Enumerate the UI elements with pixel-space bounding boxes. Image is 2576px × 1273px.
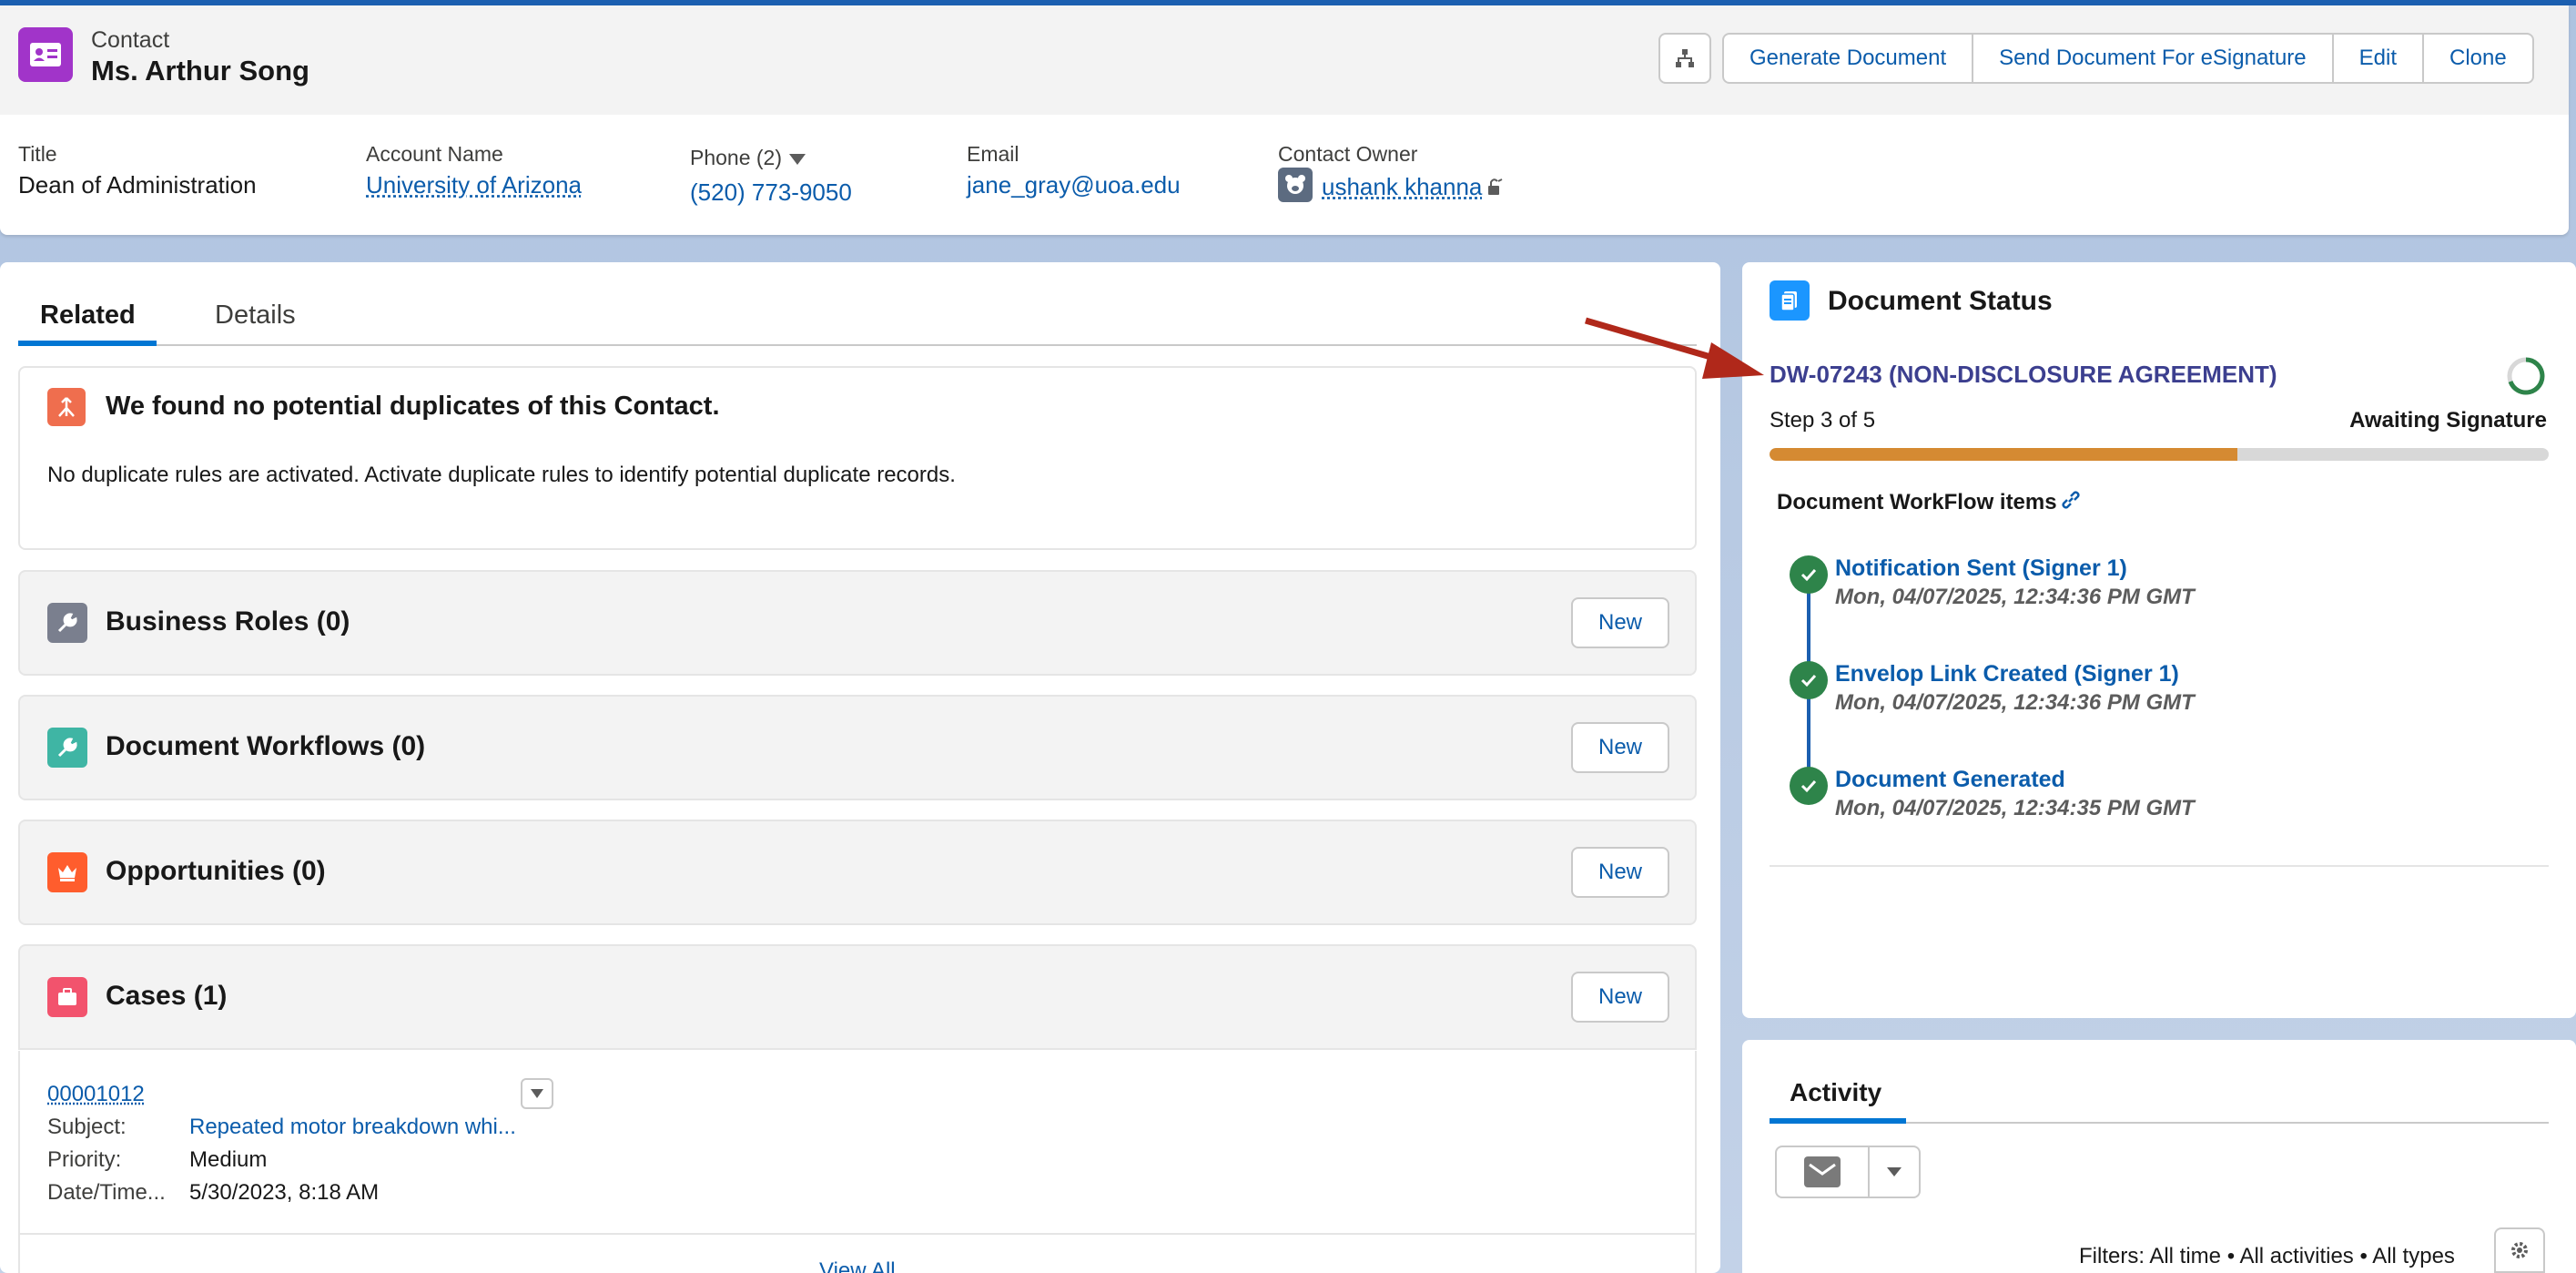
email-label: Email xyxy=(967,142,1019,166)
business-roles-new-button[interactable]: New xyxy=(1571,597,1669,648)
cases-new-button[interactable]: New xyxy=(1571,972,1669,1023)
phone-label: Phone (2) xyxy=(690,146,783,169)
briefcase-icon xyxy=(47,977,87,1017)
document-workflows-title[interactable]: Document Workflows (0) xyxy=(106,731,425,762)
opportunities-title[interactable]: Opportunities (0) xyxy=(106,856,326,887)
case-number-link[interactable]: 00001012 xyxy=(47,1082,145,1107)
progress-bar xyxy=(1770,448,2549,461)
workflow-item-title[interactable]: Notification Sent (Signer 1) xyxy=(1835,555,2127,582)
workflow-item-title[interactable]: Envelop Link Created (Signer 1) xyxy=(1835,661,2179,687)
record-type-label: Contact xyxy=(91,27,170,53)
tab-active-indicator xyxy=(18,341,157,346)
business-roles-title[interactable]: Business Roles (0) xyxy=(106,606,350,637)
email-link[interactable]: jane_gray@uoa.edu xyxy=(967,171,1181,199)
document-workflows-new-button[interactable]: New xyxy=(1571,722,1669,773)
workflow-item-date: Mon, 04/07/2025, 12:34:36 PM GMT xyxy=(1835,690,2195,715)
clone-button[interactable]: Clone xyxy=(2424,35,2532,82)
refresh-spinner-icon[interactable] xyxy=(2505,355,2547,397)
crown-icon xyxy=(47,852,87,892)
email-dropdown-button[interactable] xyxy=(1868,1146,1921,1198)
generate-document-button[interactable]: Generate Document xyxy=(1724,35,1974,82)
opportunities-new-button[interactable]: New xyxy=(1571,847,1669,898)
record-name: Ms. Arthur Song xyxy=(91,55,309,87)
owner-label: Contact Owner xyxy=(1278,142,1418,166)
annotation-arrow-icon xyxy=(1585,317,1764,379)
email-icon xyxy=(1804,1156,1841,1187)
case-priority-value: Medium xyxy=(189,1147,268,1172)
title-label: Title xyxy=(18,142,57,166)
workflow-item-date: Mon, 04/07/2025, 12:34:35 PM GMT xyxy=(1835,796,2195,820)
case-date-label: Date/Time... xyxy=(47,1180,166,1205)
phone-link[interactable]: (520) 773-9050 xyxy=(690,178,852,207)
tab-related[interactable]: Related xyxy=(40,300,136,331)
case-priority-label: Priority: xyxy=(47,1147,122,1172)
hierarchy-button[interactable] xyxy=(1658,33,1711,84)
document-record-link[interactable]: DW-07243 (NON-DISCLOSURE AGREEMENT) xyxy=(1770,361,2277,389)
tab-divider xyxy=(18,344,1697,346)
document-icon xyxy=(1770,280,1810,321)
case-divider xyxy=(20,1233,1695,1235)
link-icon[interactable] xyxy=(2059,488,2083,512)
view-all-link[interactable]: View All xyxy=(819,1258,896,1273)
workflow-item-date: Mon, 04/07/2025, 12:34:36 PM GMT xyxy=(1835,585,2195,609)
workflow-items-heading: Document WorkFlow items xyxy=(1777,490,2057,514)
edit-button[interactable]: Edit xyxy=(2334,35,2425,82)
checkmark-icon xyxy=(1790,555,1828,594)
tab-details[interactable]: Details xyxy=(215,300,296,331)
checkmark-icon xyxy=(1790,767,1828,805)
opportunities-card: Opportunities (0) New xyxy=(18,820,1697,925)
status-text: Awaiting Signature xyxy=(2349,408,2547,433)
title-value: Dean of Administration xyxy=(18,171,257,199)
email-button[interactable] xyxy=(1775,1146,1870,1198)
duplicates-title: We found no potential duplicates of this… xyxy=(106,392,720,421)
cases-title[interactable]: Cases (1) xyxy=(106,981,227,1012)
case-subject-value[interactable]: Repeated motor breakdown whi... xyxy=(189,1115,516,1140)
case-row-actions[interactable] xyxy=(521,1078,553,1109)
contact-icon xyxy=(18,27,73,82)
wrench-icon xyxy=(47,603,87,643)
account-link[interactable]: University of Arizona xyxy=(366,171,582,199)
tab-activity[interactable]: Activity xyxy=(1790,1078,1881,1107)
change-owner-icon[interactable] xyxy=(1486,177,1506,197)
progress-fill xyxy=(1770,448,2237,461)
duplicates-text: No duplicate rules are activated. Activa… xyxy=(47,463,956,487)
send-esignature-button[interactable]: Send Document For eSignature xyxy=(1973,35,2334,82)
chevron-down-icon xyxy=(1887,1167,1902,1176)
checkmark-icon xyxy=(1790,661,1828,699)
step-indicator: Step 3 of 5 xyxy=(1770,408,1876,433)
phone-dropdown-icon[interactable] xyxy=(788,153,806,166)
gear-icon xyxy=(2511,1242,2528,1258)
chevron-down-icon xyxy=(531,1089,543,1098)
cases-list: 00001012 Subject: Repeated motor breakdo… xyxy=(18,1051,1697,1273)
duplicates-card: We found no potential duplicates of this… xyxy=(18,366,1697,550)
case-date-value: 5/30/2023, 8:18 AM xyxy=(189,1180,380,1205)
header-actions: Generate Document Send Document For eSig… xyxy=(1722,33,2534,84)
owner-link[interactable]: ushank khanna xyxy=(1322,173,1482,201)
hierarchy-icon xyxy=(1676,49,1694,67)
account-label: Account Name xyxy=(366,142,503,166)
workflow-item-title[interactable]: Document Generated xyxy=(1835,767,2065,793)
business-roles-card: Business Roles (0) New xyxy=(18,570,1697,676)
document-workflows-card: Document Workflows (0) New xyxy=(18,695,1697,800)
wrench-icon xyxy=(47,728,87,768)
activity-settings-button[interactable] xyxy=(2494,1227,2545,1273)
activity-filters: Filters: All time • All activities • All… xyxy=(2079,1244,2455,1268)
cases-card: Cases (1) New xyxy=(18,944,1697,1050)
owner-avatar xyxy=(1278,168,1313,202)
document-status-title: Document Status xyxy=(1828,286,2053,316)
activity-tab-indicator xyxy=(1770,1118,1906,1124)
case-subject-label: Subject: xyxy=(47,1115,127,1139)
merge-icon xyxy=(47,388,86,426)
status-divider xyxy=(1770,865,2549,867)
